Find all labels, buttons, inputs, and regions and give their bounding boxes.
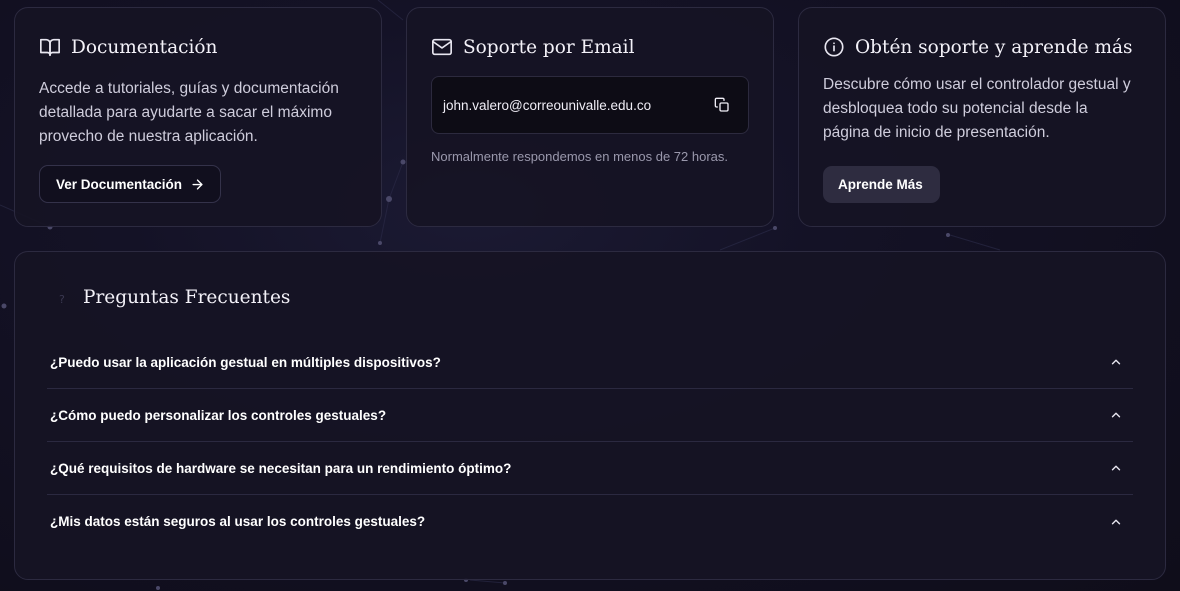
question-icon: ? — [59, 293, 65, 306]
learn-more-card-title: Obtén soporte y aprende más — [823, 36, 1133, 58]
documentation-card-title: Documentación — [39, 36, 217, 58]
faq-question: ¿Cómo puedo personalizar los controles g… — [50, 407, 387, 423]
email-support-card-title: Soporte por Email — [431, 36, 635, 58]
chevron-up-icon[interactable] — [1109, 515, 1123, 529]
view-documentation-label: Ver Documentación — [56, 176, 183, 192]
svg-text:?: ? — [59, 293, 65, 306]
faq-item[interactable]: ¿Qué requisitos de hardware se necesitan… — [47, 442, 1133, 495]
book-open-icon — [40, 38, 60, 57]
documentation-description-line: Accede a tutoriales, guías y documentaci… — [39, 80, 339, 97]
chevron-up-icon[interactable] — [1109, 408, 1123, 422]
mail-icon — [432, 38, 452, 56]
chevron-up-icon[interactable] — [1109, 461, 1123, 475]
view-documentation-button[interactable]: Ver Documentación — [39, 165, 221, 203]
learn-more-description-line: página de inicio de presentación. — [823, 124, 1050, 141]
documentation-description: Accede a tutoriales, guías y documentaci… — [39, 77, 369, 149]
documentation-title: Documentación — [71, 36, 218, 58]
faq-title: Preguntas Frecuentes — [83, 287, 291, 308]
email-address[interactable]: john.valero@correounivalle.edu.co — [443, 98, 651, 113]
arrow-right-icon — [192, 178, 203, 190]
documentation-card: Documentación Accede a tutoriales, guías… — [14, 7, 382, 227]
faq-section: ? Preguntas Frecuentes ¿Puedo usar la ap… — [14, 251, 1166, 580]
faq-question: ¿Mis datos están seguros al usar los con… — [50, 514, 426, 529]
learn-more-description-line: Descubre cómo usar el controlador gestua… — [823, 76, 1131, 93]
chevron-up-icon[interactable] — [1109, 355, 1123, 369]
faq-item[interactable]: ¿Puedo usar la aplicación gestual en múl… — [47, 336, 1133, 389]
faq-question: ¿Puedo usar la aplicación gestual en múl… — [50, 354, 441, 370]
learn-more-description-line: desbloquea todo su potencial desde la — [823, 100, 1088, 117]
faq-item[interactable]: ¿Mis datos están seguros al usar los con… — [47, 495, 1133, 548]
response-time-note: Normalmente respondemos en menos de 72 h… — [431, 149, 728, 164]
documentation-description-line: detallada para ayudarte a sacar el máxim… — [39, 104, 332, 121]
documentation-description-line: provecho de nuestra aplicación. — [39, 128, 258, 145]
learn-more-description: Descubre cómo usar el controlador gestua… — [823, 73, 1153, 145]
info-icon — [824, 37, 844, 57]
learn-more-title: Obtén soporte y aprende más — [855, 36, 1133, 58]
email-address-box[interactable]: john.valero@correounivalle.edu.co — [431, 76, 749, 134]
email-support-title: Soporte por Email — [463, 36, 635, 58]
faq-item[interactable]: ¿Cómo puedo personalizar los controles g… — [47, 389, 1133, 442]
learn-more-card: Obtén soporte y aprende más Descubre cóm… — [798, 7, 1166, 227]
learn-more-button[interactable]: Aprende Más — [823, 166, 940, 203]
email-support-card: Soporte por Email john.valero@correouniv… — [406, 7, 774, 227]
faq-question: ¿Qué requisitos de hardware se necesitan… — [50, 460, 512, 476]
copy-icon[interactable] — [714, 97, 730, 113]
learn-more-label: Aprende Más — [838, 177, 923, 192]
